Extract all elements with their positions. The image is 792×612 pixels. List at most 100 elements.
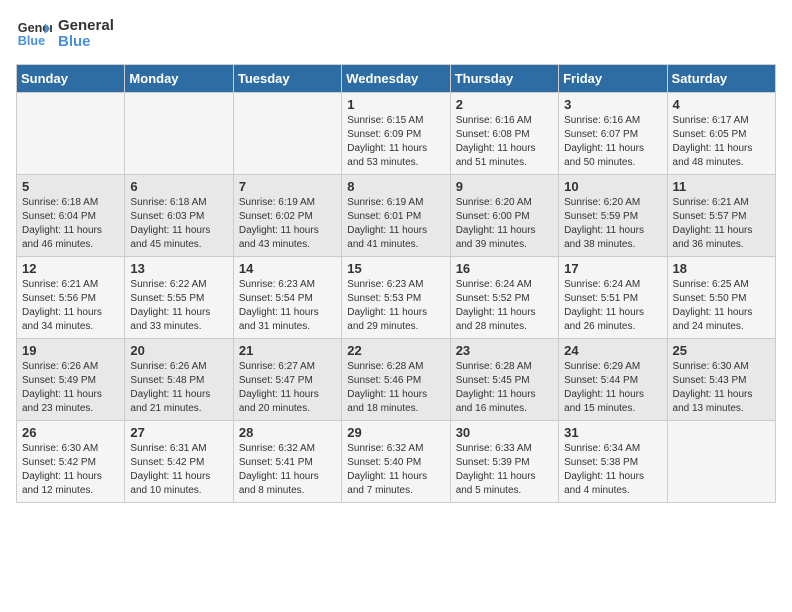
page-header: General Blue General Blue [16, 16, 776, 52]
day-number: 6 [130, 179, 227, 194]
day-number: 22 [347, 343, 444, 358]
day-info: Sunrise: 6:16 AM Sunset: 6:08 PM Dayligh… [456, 114, 553, 170]
day-number: 9 [456, 179, 553, 194]
day-info: Sunrise: 6:23 AM Sunset: 5:53 PM Dayligh… [347, 278, 444, 334]
day-info: Sunrise: 6:23 AM Sunset: 5:54 PM Dayligh… [239, 278, 336, 334]
day-info: Sunrise: 6:24 AM Sunset: 5:51 PM Dayligh… [564, 278, 661, 334]
day-number: 18 [673, 261, 770, 276]
day-number: 8 [347, 179, 444, 194]
logo: General Blue General Blue [16, 16, 114, 52]
day-number: 28 [239, 425, 336, 440]
day-info: Sunrise: 6:24 AM Sunset: 5:52 PM Dayligh… [456, 278, 553, 334]
day-number: 14 [239, 261, 336, 276]
day-info: Sunrise: 6:18 AM Sunset: 6:03 PM Dayligh… [130, 196, 227, 252]
calendar-cell: 12 Sunrise: 6:21 AM Sunset: 5:56 PM Dayli… [17, 257, 125, 339]
calendar-cell: 13 Sunrise: 6:22 AM Sunset: 5:55 PM Dayli… [125, 257, 233, 339]
calendar-cell [17, 93, 125, 175]
calendar-cell: 17 Sunrise: 6:24 AM Sunset: 5:51 PM Dayli… [559, 257, 667, 339]
calendar-cell: 26Sunrise: 6:30 AM Sunset: 5:42 PM Dayli… [17, 421, 125, 503]
calendar-cell: 9 Sunrise: 6:20 AM Sunset: 6:00 PM Daylig… [450, 175, 558, 257]
day-number: 30 [456, 425, 553, 440]
day-number: 21 [239, 343, 336, 358]
day-info: Sunrise: 6:28 AM Sunset: 5:45 PM Dayligh… [456, 360, 553, 416]
day-number: 25 [673, 343, 770, 358]
day-number: 27 [130, 425, 227, 440]
day-info: Sunrise: 6:26 AM Sunset: 5:48 PM Dayligh… [130, 360, 227, 416]
day-info: Sunrise: 6:22 AM Sunset: 5:55 PM Dayligh… [130, 278, 227, 334]
day-number: 7 [239, 179, 336, 194]
weekday-header-sunday: Sunday [17, 65, 125, 93]
calendar-cell: 23 Sunrise: 6:28 AM Sunset: 5:45 PM Dayli… [450, 339, 558, 421]
calendar-cell [233, 93, 341, 175]
calendar-cell: 14 Sunrise: 6:23 AM Sunset: 5:54 PM Dayli… [233, 257, 341, 339]
day-info: Sunrise: 6:15 AM Sunset: 6:09 PM Dayligh… [347, 114, 444, 170]
day-info: Sunrise: 6:25 AM Sunset: 5:50 PM Dayligh… [673, 278, 770, 334]
day-number: 4 [673, 97, 770, 112]
calendar-cell: 4 Sunrise: 6:17 AM Sunset: 6:05 PM Daylig… [667, 93, 775, 175]
day-info: Sunrise: 6:18 AM Sunset: 6:04 PM Dayligh… [22, 196, 119, 252]
calendar-cell: 25 Sunrise: 6:30 AM Sunset: 5:43 PM Dayli… [667, 339, 775, 421]
calendar-cell: 19 Sunrise: 6:26 AM Sunset: 5:49 PM Dayli… [17, 339, 125, 421]
day-info: Sunrise: 6:21 AM Sunset: 5:56 PM Dayligh… [22, 278, 119, 334]
day-info: Sunrise: 6:20 AM Sunset: 6:00 PM Dayligh… [456, 196, 553, 252]
day-number: 10 [564, 179, 661, 194]
day-number: 15 [347, 261, 444, 276]
day-number: 13 [130, 261, 227, 276]
weekday-header-tuesday: Tuesday [233, 65, 341, 93]
day-number: 31 [564, 425, 661, 440]
logo-text-general: General [58, 18, 114, 35]
day-number: 23 [456, 343, 553, 358]
day-number: 20 [130, 343, 227, 358]
calendar-cell: 3Sunrise: 6:16 AM Sunset: 6:07 PM Daylig… [559, 93, 667, 175]
day-number: 11 [673, 179, 770, 194]
logo-text-blue: Blue [58, 34, 114, 51]
calendar-cell: 7 Sunrise: 6:19 AM Sunset: 6:02 PM Daylig… [233, 175, 341, 257]
day-info: Sunrise: 6:21 AM Sunset: 5:57 PM Dayligh… [673, 196, 770, 252]
calendar-cell: 10 Sunrise: 6:20 AM Sunset: 5:59 PM Dayli… [559, 175, 667, 257]
day-number: 17 [564, 261, 661, 276]
calendar-cell: 11 Sunrise: 6:21 AM Sunset: 5:57 PM Dayli… [667, 175, 775, 257]
calendar-cell: 22Sunrise: 6:28 AM Sunset: 5:46 PM Dayli… [342, 339, 450, 421]
day-info: Sunrise: 6:17 AM Sunset: 6:05 PM Dayligh… [673, 114, 770, 170]
day-info: Sunrise: 6:20 AM Sunset: 5:59 PM Dayligh… [564, 196, 661, 252]
weekday-header-thursday: Thursday [450, 65, 558, 93]
day-info: Sunrise: 6:30 AM Sunset: 5:43 PM Dayligh… [673, 360, 770, 416]
calendar-cell: 15 Sunrise: 6:23 AM Sunset: 5:53 PM Dayli… [342, 257, 450, 339]
calendar-cell [667, 421, 775, 503]
day-info: Sunrise: 6:34 AM Sunset: 5:38 PM Dayligh… [564, 442, 661, 498]
calendar-cell: 30 Sunrise: 6:33 AM Sunset: 5:39 PM Dayli… [450, 421, 558, 503]
day-info: Sunrise: 6:30 AM Sunset: 5:42 PM Dayligh… [22, 442, 119, 498]
logo-icon: General Blue [16, 16, 52, 52]
calendar-cell: 6 Sunrise: 6:18 AM Sunset: 6:03 PM Daylig… [125, 175, 233, 257]
day-number: 16 [456, 261, 553, 276]
calendar-cell: 28 Sunrise: 6:32 AM Sunset: 5:41 PM Dayli… [233, 421, 341, 503]
calendar-cell: 16 Sunrise: 6:24 AM Sunset: 5:52 PM Dayli… [450, 257, 558, 339]
calendar-cell: 21 Sunrise: 6:27 AM Sunset: 5:47 PM Dayli… [233, 339, 341, 421]
day-number: 1 [347, 97, 444, 112]
weekday-header-friday: Friday [559, 65, 667, 93]
calendar-cell [125, 93, 233, 175]
day-info: Sunrise: 6:33 AM Sunset: 5:39 PM Dayligh… [456, 442, 553, 498]
calendar-cell: 1 Sunrise: 6:15 AM Sunset: 6:09 PM Daylig… [342, 93, 450, 175]
calendar-cell: 20 Sunrise: 6:26 AM Sunset: 5:48 PM Dayli… [125, 339, 233, 421]
weekday-header-monday: Monday [125, 65, 233, 93]
day-info: Sunrise: 6:19 AM Sunset: 6:02 PM Dayligh… [239, 196, 336, 252]
calendar-table: SundayMondayTuesdayWednesdayThursdayFrid… [16, 64, 776, 503]
weekday-header-wednesday: Wednesday [342, 65, 450, 93]
day-info: Sunrise: 6:32 AM Sunset: 5:40 PM Dayligh… [347, 442, 444, 498]
day-number: 12 [22, 261, 119, 276]
day-info: Sunrise: 6:32 AM Sunset: 5:41 PM Dayligh… [239, 442, 336, 498]
day-info: Sunrise: 6:26 AM Sunset: 5:49 PM Dayligh… [22, 360, 119, 416]
day-number: 2 [456, 97, 553, 112]
day-number: 3 [564, 97, 661, 112]
calendar-cell: 5Sunrise: 6:18 AM Sunset: 6:04 PM Daylig… [17, 175, 125, 257]
day-info: Sunrise: 6:27 AM Sunset: 5:47 PM Dayligh… [239, 360, 336, 416]
svg-text:Blue: Blue [18, 34, 45, 48]
day-number: 24 [564, 343, 661, 358]
calendar-cell: 18 Sunrise: 6:25 AM Sunset: 5:50 PM Dayli… [667, 257, 775, 339]
calendar-cell: 2 Sunrise: 6:16 AM Sunset: 6:08 PM Daylig… [450, 93, 558, 175]
calendar-cell: 24Sunrise: 6:29 AM Sunset: 5:44 PM Dayli… [559, 339, 667, 421]
weekday-header-saturday: Saturday [667, 65, 775, 93]
day-number: 19 [22, 343, 119, 358]
calendar-cell: 31 Sunrise: 6:34 AM Sunset: 5:38 PM Dayli… [559, 421, 667, 503]
